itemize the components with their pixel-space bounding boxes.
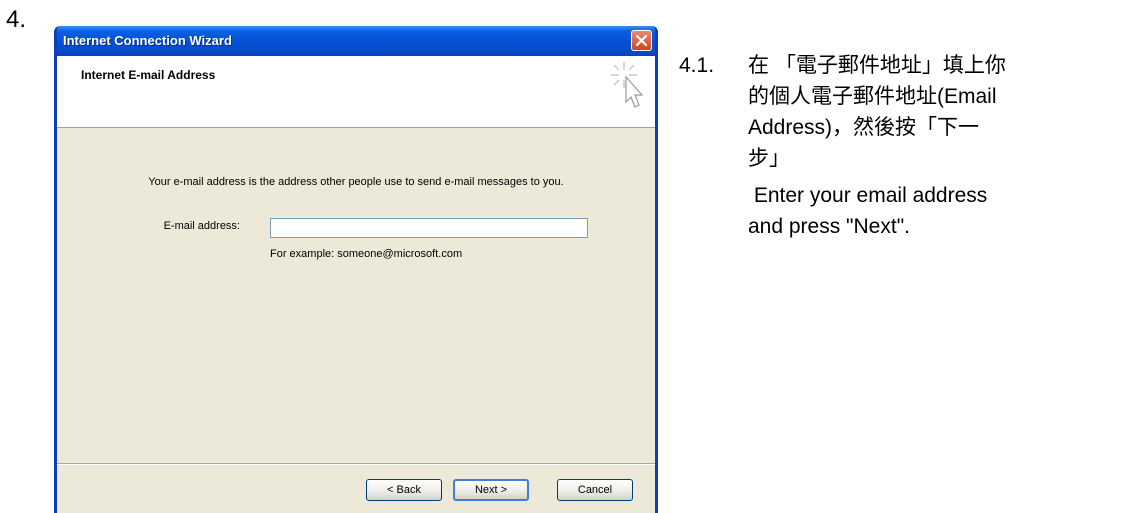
wizard-cursor-icon [611, 62, 644, 108]
email-label: E-mail address: [163, 220, 240, 232]
step-number: 4. [6, 6, 27, 33]
instruction-en-line: and press "Next". [748, 215, 910, 238]
instruction-zh-line: Address)，然後按「下一 [748, 116, 980, 139]
cancel-button[interactable]: Cancel [557, 479, 633, 501]
back-button[interactable]: < Back [366, 479, 442, 501]
instruction-body: 在 「電子郵件地址」填上你 的個人電子郵件地址(Email Address)，然… [748, 50, 1143, 242]
close-icon [635, 34, 648, 47]
title-bar[interactable]: Internet Connection Wizard [57, 26, 655, 56]
page-title: Internet E-mail Address [81, 68, 216, 82]
description-text: Your e-mail address is the address other… [148, 176, 564, 188]
instruction-zh-line: 在 「電子郵件地址」填上你 [748, 54, 1006, 77]
close-button[interactable] [631, 30, 652, 51]
instruction-en-line: Enter your email address [748, 184, 988, 207]
window-title: Internet Connection Wizard [63, 33, 232, 48]
footer-divider [57, 463, 655, 465]
email-field[interactable] [270, 218, 588, 238]
header-panel: Internet E-mail Address [57, 56, 655, 128]
instruction-number: 4.1. [679, 54, 715, 77]
next-button[interactable]: Next > [453, 479, 529, 501]
email-example: For example: someone@microsoft.com [270, 248, 463, 260]
instruction-zh-line: 步」 [748, 147, 790, 170]
instruction-zh-line: 的個人電子郵件地址(Email [748, 85, 997, 108]
wizard-window: Internet Connection Wizard Internet E-ma… [54, 26, 658, 513]
